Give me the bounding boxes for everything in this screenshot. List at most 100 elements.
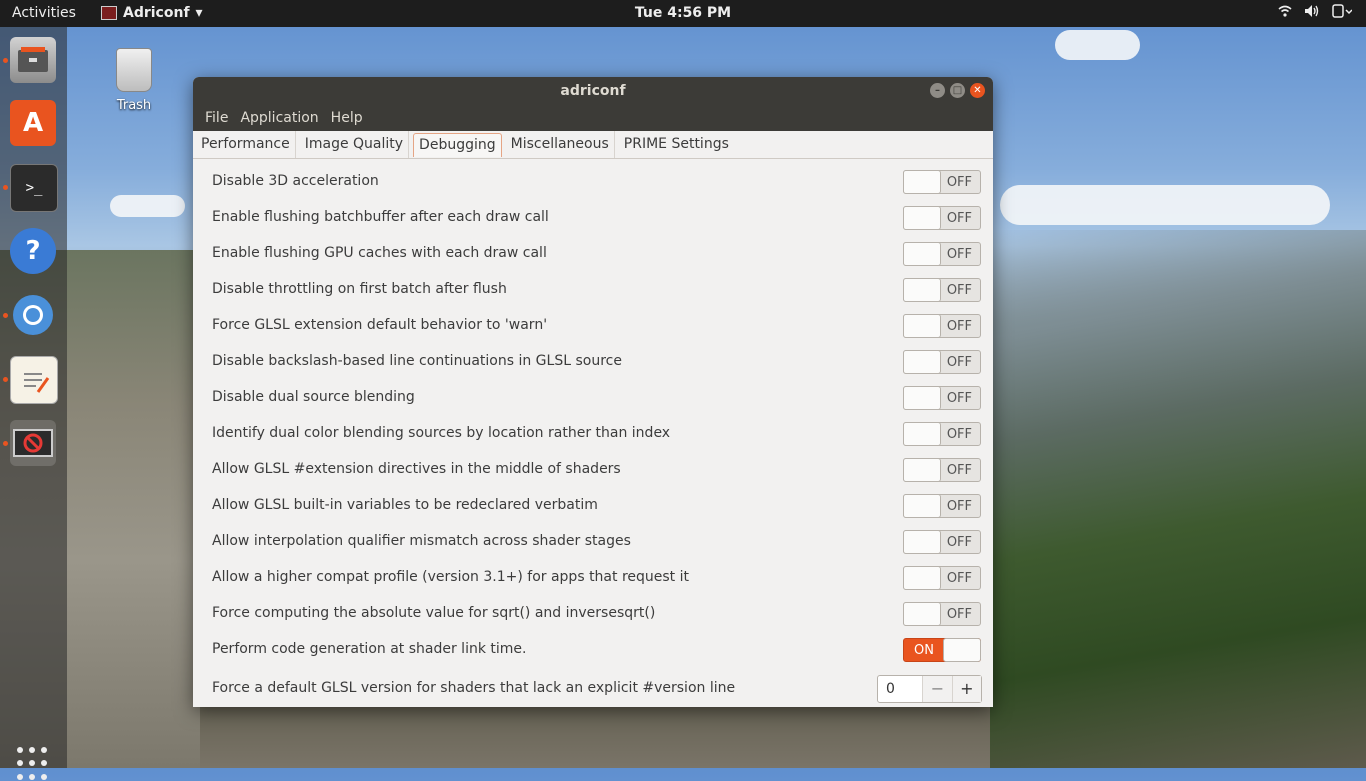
option-toggle[interactable]: OFF: [903, 206, 981, 230]
software-center-icon[interactable]: A: [10, 100, 56, 146]
option-toggle[interactable]: OFF: [903, 422, 981, 446]
app-menu[interactable]: Adriconf ▾: [101, 5, 203, 21]
running-indicator: [3, 58, 8, 63]
toggle-state: OFF: [946, 175, 972, 190]
glsl-version-input[interactable]: 0: [878, 676, 924, 702]
option-row: Disable throttling on first batch after …: [193, 272, 993, 308]
option-toggle[interactable]: OFF: [903, 566, 981, 590]
toggle-state: OFF: [946, 427, 972, 442]
adriconf-icon[interactable]: [10, 420, 56, 466]
option-toggle[interactable]: OFF: [903, 530, 981, 554]
trash-label: Trash: [116, 98, 152, 113]
increment-button[interactable]: +: [951, 676, 981, 702]
window-title: adriconf: [560, 83, 626, 99]
option-label: Enable flushing batchbuffer after each d…: [212, 209, 549, 225]
option-toggle[interactable]: OFF: [903, 314, 981, 338]
option-label: Allow GLSL #extension directives in the …: [212, 461, 621, 477]
running-indicator: [3, 185, 8, 190]
tab-prime-settings[interactable]: PRIME Settings: [619, 131, 734, 158]
tab-bar: Performance Image Quality Debugging Misc…: [193, 131, 993, 159]
show-apps-icon[interactable]: [17, 747, 51, 781]
menu-application[interactable]: Application: [234, 105, 324, 131]
volume-icon[interactable]: [1304, 4, 1320, 22]
window-titlebar[interactable]: adriconf – □ ✕: [193, 77, 993, 105]
option-row: Force computing the absolute value for s…: [193, 596, 993, 632]
wifi-icon[interactable]: [1278, 4, 1292, 22]
option-toggle[interactable]: OFF: [903, 386, 981, 410]
adriconf-app-icon: [101, 6, 117, 20]
maximize-button[interactable]: □: [950, 83, 965, 98]
option-row: Perform code generation at shader link t…: [193, 632, 993, 668]
toggle-state: OFF: [946, 211, 972, 226]
option-row: Allow a higher compat profile (version 3…: [193, 560, 993, 596]
option-label: Allow a higher compat profile (version 3…: [212, 569, 689, 585]
terminal-icon[interactable]: >_: [10, 164, 58, 212]
tab-miscellaneous[interactable]: Miscellaneous: [506, 131, 615, 158]
option-toggle[interactable]: OFF: [903, 170, 981, 194]
decrement-button[interactable]: −: [923, 676, 952, 702]
running-indicator: [3, 377, 8, 382]
option-row: Allow GLSL #extension directives in the …: [193, 452, 993, 488]
option-row: Identify dual color blending sources by …: [193, 416, 993, 452]
clock[interactable]: Tue 4:56 PM: [0, 5, 1366, 21]
toggle-state: OFF: [946, 247, 972, 262]
option-toggle[interactable]: OFF: [903, 242, 981, 266]
toggle-state: OFF: [946, 283, 972, 298]
option-row: Allow GLSL built-in variables to be rede…: [193, 488, 993, 524]
option-toggle[interactable]: OFF: [903, 602, 981, 626]
option-row-glsl-version: Force a default GLSL version for shaders…: [193, 671, 993, 707]
running-indicator: [3, 441, 8, 446]
minimize-button[interactable]: –: [930, 83, 945, 98]
toggle-state: OFF: [946, 391, 972, 406]
toggle-state: OFF: [946, 607, 972, 622]
wallpaper-mountains: [990, 230, 1366, 768]
option-toggle[interactable]: OFF: [903, 494, 981, 518]
option-label: Force GLSL extension default behavior to…: [212, 317, 548, 333]
option-label: Identify dual color blending sources by …: [212, 425, 671, 441]
option-row: Disable dual source blending OFF: [193, 380, 993, 416]
menu-file[interactable]: File: [199, 105, 234, 131]
wallpaper-cloud: [1000, 185, 1330, 225]
option-toggle[interactable]: OFF: [903, 458, 981, 482]
options-list: Disable 3D acceleration OFF Enable flush…: [193, 158, 993, 707]
option-toggle[interactable]: ON: [903, 638, 981, 662]
tab-performance[interactable]: Performance: [196, 131, 296, 158]
option-toggle[interactable]: OFF: [903, 278, 981, 302]
desktop-trash[interactable]: Trash: [112, 48, 156, 113]
system-tray[interactable]: [1278, 4, 1353, 22]
toggle-state: OFF: [946, 571, 972, 586]
top-bar: Activities Adriconf ▾ Tue 4:56 PM: [0, 0, 1366, 27]
help-icon[interactable]: ?: [10, 228, 56, 274]
option-label: Force computing the absolute value for s…: [212, 605, 656, 621]
option-label: Disable backslash-based line continuatio…: [212, 353, 622, 369]
dock: A >_ ?: [0, 27, 67, 780]
app-menu-label: Adriconf: [123, 5, 190, 21]
activities-button[interactable]: Activities: [12, 5, 76, 21]
chromium-icon[interactable]: [10, 292, 56, 338]
tab-image-quality[interactable]: Image Quality: [300, 131, 410, 158]
adriconf-window: adriconf – □ ✕ File Application Help Per…: [193, 77, 993, 707]
files-icon[interactable]: [10, 37, 56, 83]
glsl-version-spinner: 0 − +: [877, 675, 982, 703]
text-editor-icon[interactable]: [10, 356, 58, 404]
option-label: Enable flushing GPU caches with each dra…: [212, 245, 547, 261]
wallpaper-cloud: [1055, 30, 1140, 60]
wallpaper-cloud: [110, 195, 185, 217]
close-button[interactable]: ✕: [970, 83, 985, 98]
power-icon[interactable]: [1332, 4, 1353, 22]
option-row: Enable flushing GPU caches with each dra…: [193, 236, 993, 272]
tab-debugging[interactable]: Debugging: [413, 133, 502, 157]
option-row: Disable 3D acceleration OFF: [193, 164, 993, 200]
menu-help[interactable]: Help: [325, 105, 369, 131]
option-toggle[interactable]: OFF: [903, 350, 981, 374]
toggle-state: OFF: [946, 319, 972, 334]
toggle-state: OFF: [946, 463, 972, 478]
option-label: Force a default GLSL version for shaders…: [212, 680, 736, 696]
option-row: Enable flushing batchbuffer after each d…: [193, 200, 993, 236]
option-row: Disable backslash-based line continuatio…: [193, 344, 993, 380]
toggle-state: OFF: [946, 499, 972, 514]
option-label: Allow interpolation qualifier mismatch a…: [212, 533, 631, 549]
toggle-state: OFF: [946, 355, 972, 370]
option-label: Allow GLSL built-in variables to be rede…: [212, 497, 598, 513]
option-label: Disable throttling on first batch after …: [212, 281, 507, 297]
